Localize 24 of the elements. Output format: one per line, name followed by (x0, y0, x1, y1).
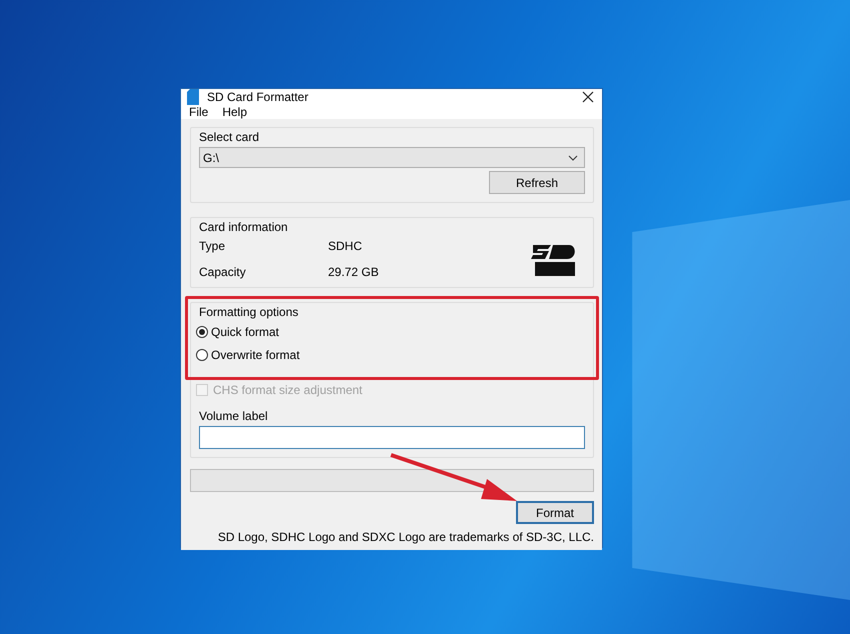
trademark-note: SD Logo, SDHC Logo and SDXC Logo are trademarks of SD-3C, LLC. (218, 530, 594, 544)
window-title: SD Card Formatter (207, 90, 310, 104)
info-value: SDHC (328, 239, 364, 253)
format-button[interactable]: Format (516, 501, 594, 524)
menu-item[interactable]: Help (222, 105, 248, 119)
chevron-down-icon (568, 154, 578, 160)
group-title: Formatting options (199, 305, 300, 319)
radio-button[interactable] (196, 326, 208, 338)
menu-item[interactable]: File (189, 105, 208, 119)
group-title: Select card (199, 130, 260, 144)
info-value: 29.72 GB (328, 265, 380, 279)
card-dropdown[interactable]: G:\ (199, 147, 585, 168)
sd-card-icon (187, 89, 199, 105)
close-icon[interactable] (582, 91, 594, 103)
checkbox-label: CHS format size adjustment (213, 383, 362, 397)
group-title: Card information (199, 220, 289, 234)
info-label: Type (199, 239, 226, 253)
refresh-button[interactable]: Refresh (489, 171, 585, 194)
radio-option[interactable]: Quick format (196, 325, 585, 339)
info-label: Capacity (199, 265, 247, 279)
volume-label-field[interactable] (199, 426, 585, 449)
radio-button[interactable] (196, 349, 208, 361)
radio-option[interactable]: Overwrite format (196, 348, 585, 362)
field-label: Volume label (199, 409, 269, 423)
